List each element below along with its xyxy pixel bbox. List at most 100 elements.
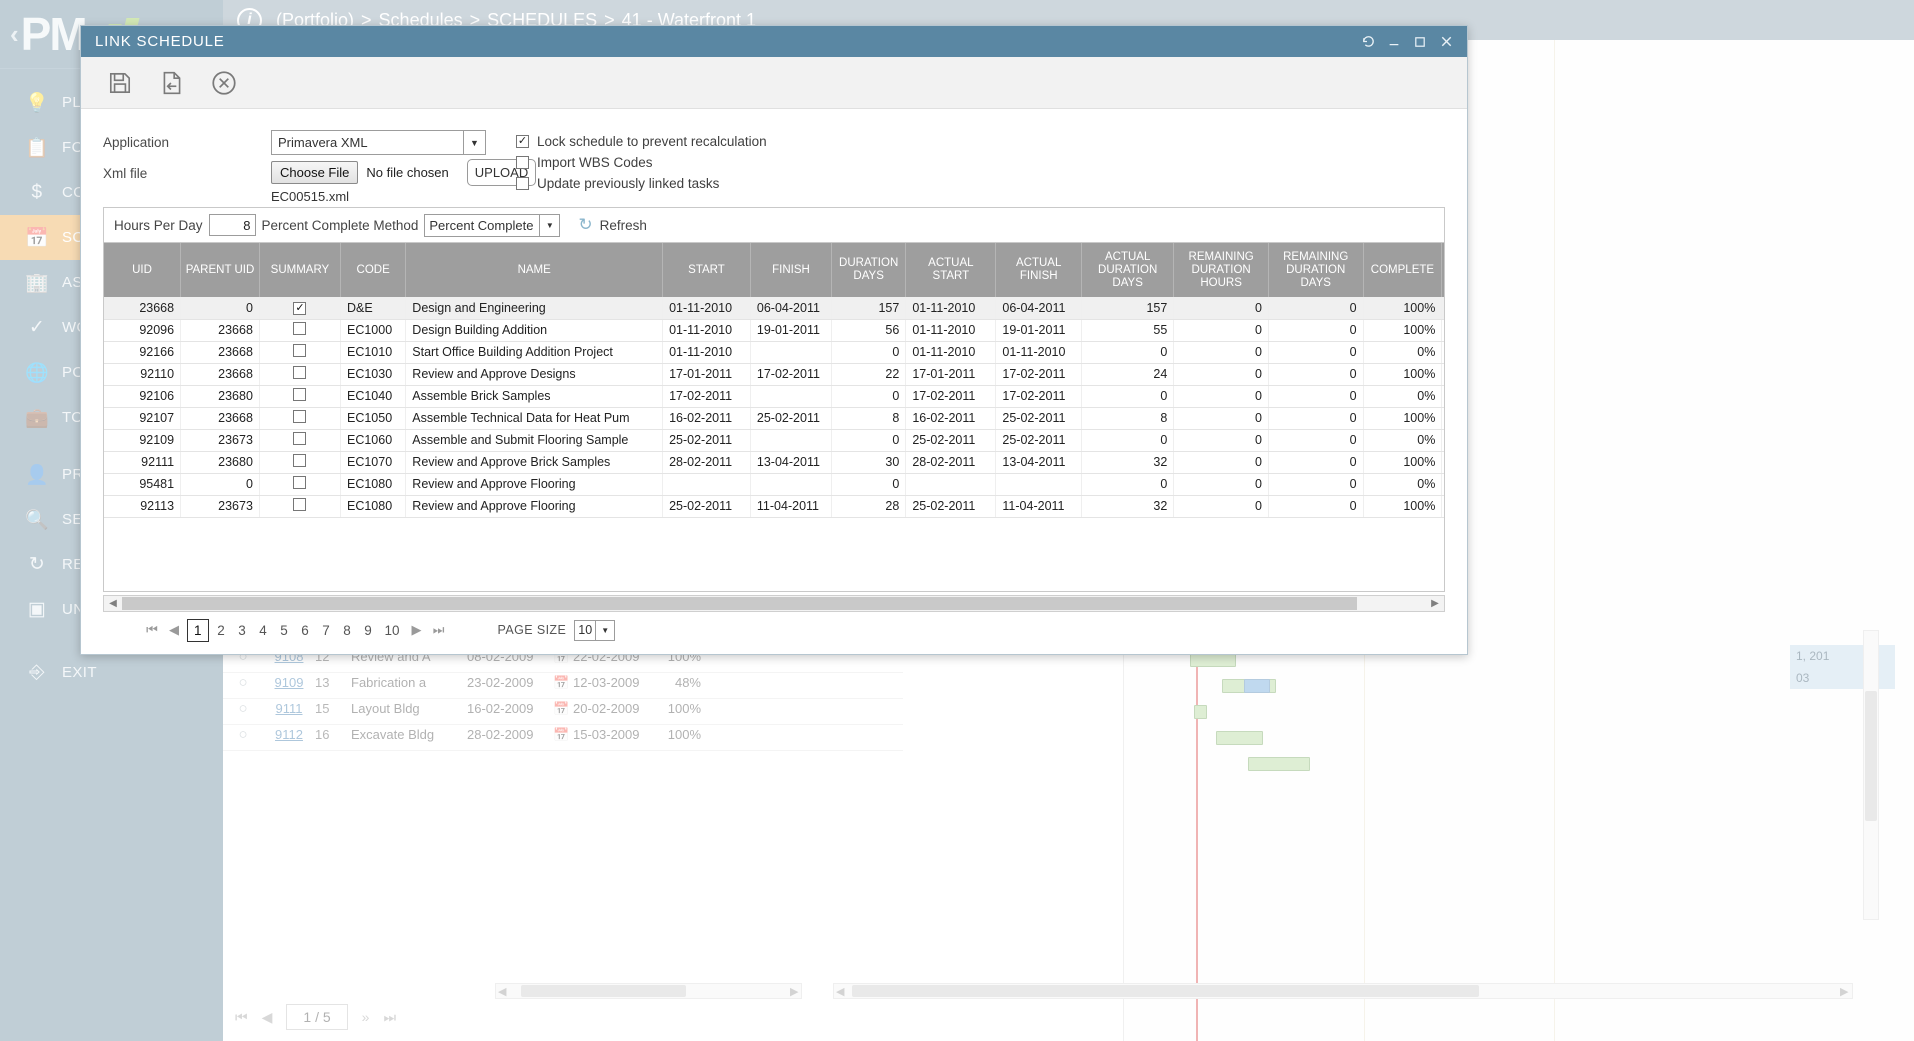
- cell-finish: [750, 429, 832, 452]
- scrollbar-track[interactable]: [122, 596, 1426, 611]
- cell-actual-start: 17-01-2011: [905, 363, 997, 386]
- close-icon[interactable]: [1433, 30, 1459, 54]
- summary-checkbox[interactable]: [293, 366, 307, 379]
- col-uid[interactable]: UID: [104, 243, 182, 297]
- table-row[interactable]: 92113 23673 EC1080 Review and Approve Floor…: [104, 495, 1444, 518]
- summary-checkbox[interactable]: [293, 388, 307, 401]
- cell-code: EC1010: [340, 341, 407, 364]
- table-row[interactable]: 92107 23668 EC1050 Assemble Technical Data …: [104, 407, 1444, 430]
- col-actual-finish[interactable]: ACTUAL FINISH: [995, 243, 1082, 297]
- table-row[interactable]: 92106 23680 EC1040 Assemble Brick Samples 17…: [104, 385, 1444, 408]
- save-icon[interactable]: [105, 68, 135, 98]
- minimize-icon[interactable]: [1381, 30, 1407, 54]
- last-page-icon[interactable]: ⏭: [428, 622, 450, 638]
- scroll-right-icon[interactable]: ▶: [1426, 598, 1444, 609]
- cell-uid: 95481: [104, 473, 182, 496]
- cell-name: Review and Approve Flooring: [405, 473, 664, 496]
- cell-finish: 17-02-2011: [750, 363, 832, 386]
- schedule-table: UID PARENT UID SUMMARY CODE NAME START F…: [104, 243, 1444, 518]
- summary-checkbox[interactable]: ✓: [293, 302, 307, 316]
- update-linked-checkbox[interactable]: [516, 177, 529, 190]
- dialog-titlebar[interactable]: LINK SCHEDULE: [81, 26, 1467, 57]
- table-row[interactable]: 23668 0 ✓ D&E Design and Engineering 01-11-20…: [104, 297, 1444, 320]
- col-actual-start[interactable]: ACTUAL START: [905, 243, 997, 297]
- application-label: Application: [103, 135, 170, 150]
- col-parent-uid[interactable]: PARENT UID: [180, 243, 260, 297]
- prev-page-icon[interactable]: ◀: [163, 622, 185, 638]
- percent-complete-method-label: Percent Complete Method: [261, 217, 419, 233]
- cell-finish: 19-01-2011: [750, 319, 832, 342]
- percent-complete-method-select[interactable]: Percent Complete ▼: [424, 213, 561, 237]
- table-row[interactable]: 92096 23668 EC1000 Design Building Addition…: [104, 319, 1444, 342]
- table-row[interactable]: 92110 23668 EC1030 Review and Approve Desig…: [104, 363, 1444, 386]
- cell-duration-days: 30: [831, 451, 907, 474]
- col-name[interactable]: NAME: [405, 243, 664, 297]
- next-page-icon[interactable]: ▶: [406, 622, 428, 638]
- choose-file-button[interactable]: Choose File: [271, 161, 359, 184]
- scrollbar-thumb[interactable]: [122, 597, 1357, 610]
- page-number[interactable]: 6: [297, 621, 314, 640]
- page-number[interactable]: 9: [360, 621, 377, 640]
- application-select[interactable]: Primavera XML ▼: [271, 130, 486, 155]
- import-wbs-checkbox-row[interactable]: Import WBS Codes: [516, 155, 653, 170]
- cell-parent-uid: 23668: [180, 341, 260, 364]
- summary-checkbox[interactable]: [293, 476, 307, 489]
- col-remaining-duration-hours[interactable]: REMAINING DURATION HOURS: [1173, 243, 1269, 297]
- summary-checkbox[interactable]: [293, 454, 307, 467]
- summary-checkbox[interactable]: [293, 498, 307, 511]
- export-icon[interactable]: [157, 68, 187, 98]
- col-start[interactable]: START: [662, 243, 751, 297]
- summary-checkbox[interactable]: [293, 344, 307, 357]
- cell-start: 01-11-2010: [662, 341, 751, 364]
- col-complete[interactable]: COMPLETE: [1363, 243, 1443, 297]
- cell-duration-days: 157: [831, 297, 907, 320]
- chevron-down-icon[interactable]: ▼: [539, 213, 559, 237]
- import-wbs-checkbox[interactable]: [516, 156, 529, 169]
- page-number[interactable]: 8: [339, 621, 356, 640]
- cancel-icon[interactable]: [209, 68, 239, 98]
- page-number[interactable]: 2: [213, 621, 230, 640]
- col-actual-duration-days[interactable]: ACTUAL DURATION DAYS: [1081, 243, 1175, 297]
- hours-per-day-input[interactable]: 8: [208, 214, 256, 236]
- summary-checkbox[interactable]: [293, 322, 307, 335]
- chevron-down-icon[interactable]: ▼: [596, 619, 616, 641]
- first-page-icon[interactable]: ⏮: [141, 622, 163, 638]
- col-finish[interactable]: FINISH: [750, 243, 832, 297]
- scroll-left-icon[interactable]: ◀: [104, 598, 122, 609]
- table-row[interactable]: 92109 23673 EC1060 Assemble and Submit Floo…: [104, 429, 1444, 452]
- cell-summary: [259, 495, 341, 518]
- restore-icon[interactable]: [1355, 30, 1381, 54]
- page-number[interactable]: 5: [276, 621, 293, 640]
- page-number[interactable]: 1: [187, 618, 209, 642]
- cell-actual-finish: 19-01-2011: [995, 319, 1082, 342]
- cell-code: EC1050: [340, 407, 407, 430]
- maximize-icon[interactable]: [1407, 30, 1433, 54]
- page-number[interactable]: 4: [255, 621, 272, 640]
- col-code[interactable]: CODE: [340, 243, 407, 297]
- col-duration-days[interactable]: DURATION DAYS: [831, 243, 907, 297]
- summary-checkbox[interactable]: [293, 432, 307, 445]
- chevron-down-icon[interactable]: ▼: [463, 130, 485, 155]
- cell-actual-start: 17-02-2011: [905, 385, 997, 408]
- lock-schedule-checkbox[interactable]: ✓: [516, 135, 529, 148]
- page-number[interactable]: 10: [381, 621, 404, 640]
- page-number[interactable]: 7: [318, 621, 335, 640]
- cell-actual-duration-days: 55: [1081, 319, 1175, 342]
- cell-summary: [259, 385, 341, 408]
- page-number[interactable]: 3: [234, 621, 251, 640]
- cell-name: Start Office Building Addition Project: [405, 341, 664, 364]
- table-row[interactable]: 92111 23680 EC1070 Review and Approve Brick…: [104, 451, 1444, 474]
- table-row[interactable]: 92166 23668 EC1010 Start Office Building Ad…: [104, 341, 1444, 364]
- col-summary[interactable]: SUMMARY: [259, 243, 341, 297]
- lock-schedule-label: Lock schedule to prevent recalculation: [537, 134, 767, 149]
- refresh-button[interactable]: ↻ Refresh: [578, 215, 647, 235]
- cell-complete: 100%: [1363, 319, 1443, 342]
- col-remaining-duration-days[interactable]: REMAINING DURATION DAYS: [1268, 243, 1364, 297]
- summary-checkbox[interactable]: [293, 410, 307, 423]
- update-linked-checkbox-row[interactable]: Update previously linked tasks: [516, 176, 719, 191]
- page-size-value[interactable]: 10: [574, 619, 597, 641]
- grid-horizontal-scrollbar[interactable]: ◀ ▶: [103, 595, 1445, 612]
- table-row[interactable]: 95481 0 EC1080 Review and Approve Flooring 0…: [104, 473, 1444, 496]
- col-total-float[interactable]: TOTAL FLOAT: [1441, 243, 1444, 297]
- lock-schedule-checkbox-row[interactable]: ✓ Lock schedule to prevent recalculation: [516, 134, 767, 149]
